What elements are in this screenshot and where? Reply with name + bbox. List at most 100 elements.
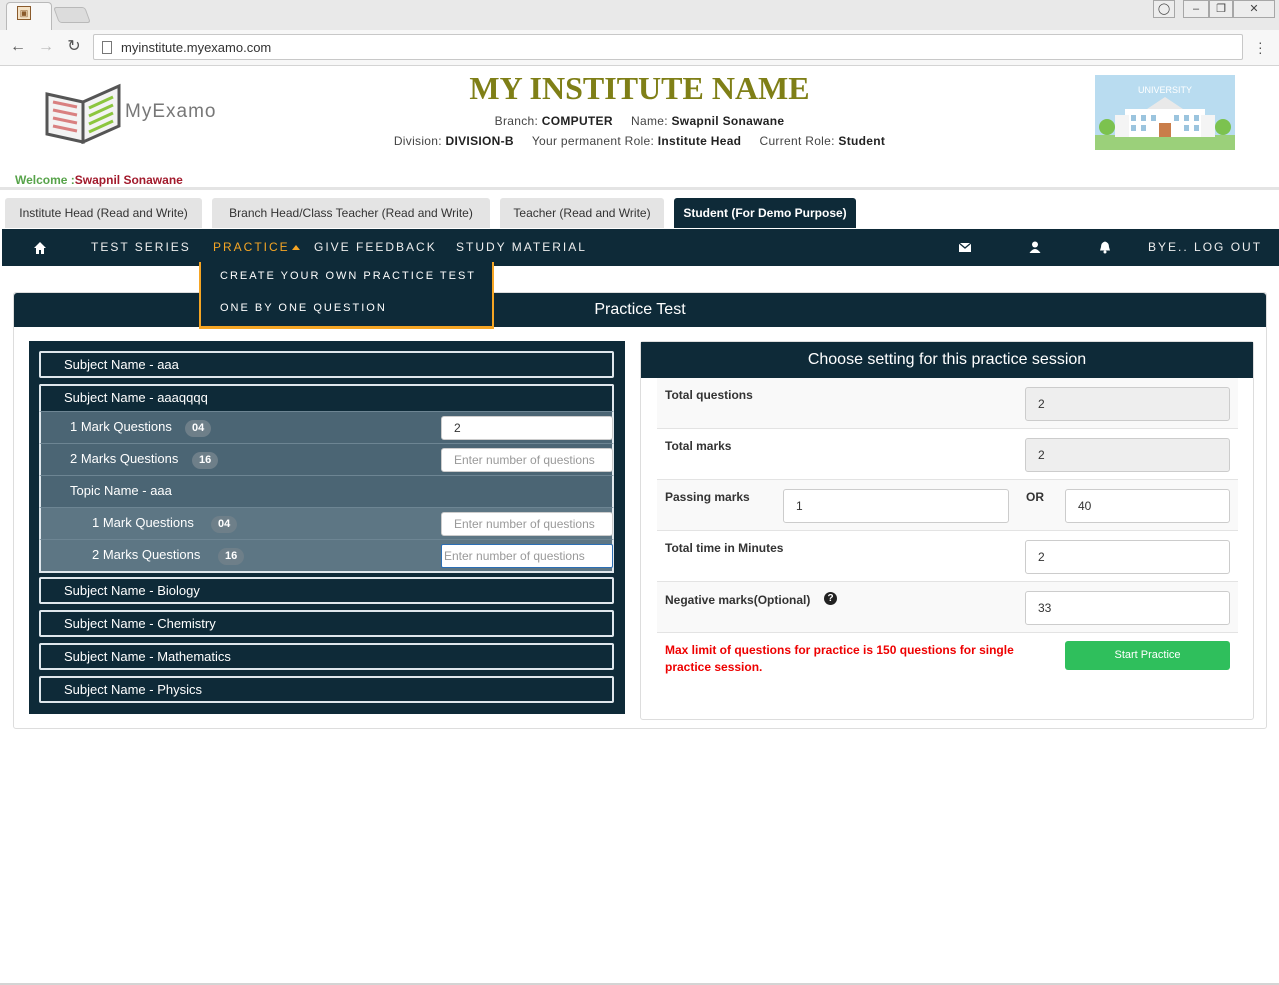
- subject-header-chemistry[interactable]: Subject Name - Chemistry: [39, 610, 614, 637]
- reload-icon[interactable]: ↻: [64, 37, 84, 57]
- new-tab-button[interactable]: [53, 7, 91, 23]
- total-marks-label: Total marks: [665, 439, 732, 453]
- question-row: 2 Marks Questions 16 Enter number of que…: [39, 443, 614, 475]
- address-bar-row: ← → ↻ myinstitute.myexamo.com · · ·: [0, 30, 1279, 66]
- question-count-badge: 16: [192, 452, 219, 469]
- myexamo-favicon-icon: ▣: [17, 6, 31, 20]
- or-label: OR: [1026, 490, 1044, 504]
- settings-row-passing-marks: Passing marks 1 OR 40: [657, 480, 1238, 531]
- welcome-label: Welcome :: [15, 173, 75, 187]
- passing-marks-input[interactable]: 1: [783, 489, 1009, 523]
- caret-up-icon: [291, 245, 300, 250]
- negative-marks-input[interactable]: 33: [1025, 591, 1230, 625]
- role-tab-teacher[interactable]: Teacher (Read and Write): [500, 198, 664, 228]
- main-navbar: TEST SERIES PRACTICE GIVE FEEDBACK STUDY…: [2, 229, 1279, 266]
- subject-header-physics[interactable]: Subject Name - Physics: [39, 676, 614, 703]
- minimize-icon[interactable]: –: [1183, 0, 1209, 18]
- division-role-line: Division: DIVISION-B Your permanent Role…: [0, 134, 1279, 148]
- question-count-input[interactable]: 2: [441, 416, 613, 440]
- branch-value: COMPUTER: [541, 114, 613, 128]
- question-row: 2 Marks Questions 16 Enter number of que…: [39, 539, 614, 571]
- restore-icon[interactable]: ❐: [1209, 0, 1233, 18]
- role-tab-student[interactable]: Student (For Demo Purpose): [674, 198, 856, 228]
- nav-practice-label: PRACTICE: [213, 240, 290, 254]
- user-icon[interactable]: [1028, 240, 1042, 254]
- subject-header-biology[interactable]: Subject Name - Biology: [39, 577, 614, 604]
- subject-header-aaaqqqq[interactable]: Subject Name - aaaqqqq: [39, 384, 614, 411]
- university-caption: UNIVERSITY: [1137, 85, 1192, 95]
- start-practice-button[interactable]: Start Practice: [1065, 641, 1230, 670]
- welcome-username: Swapnil Sonawane: [74, 173, 183, 187]
- settings-panel: Choose setting for this practice session…: [640, 341, 1254, 720]
- question-type-label: 2 Marks Questions: [70, 451, 179, 466]
- home-icon[interactable]: [33, 241, 47, 255]
- question-type-label: 1 Mark Questions: [70, 419, 172, 434]
- passing-percent-input[interactable]: 40: [1065, 489, 1230, 523]
- settings-title: Choose setting for this practice session: [641, 342, 1253, 378]
- nav-test-series[interactable]: TEST SERIES: [91, 229, 191, 266]
- menu-item-create-practice-test[interactable]: CREATE YOUR OWN PRACTICE TEST: [220, 270, 476, 282]
- branch-label: Branch:: [494, 114, 539, 128]
- passing-marks-label: Passing marks: [665, 490, 750, 504]
- institute-name: MY INSTITUTE NAME: [469, 70, 810, 106]
- topic-name-label: Topic Name - aaa: [70, 483, 172, 498]
- division-label: Division:: [393, 134, 442, 148]
- subject-header-mathematics[interactable]: Subject Name - Mathematics: [39, 643, 614, 670]
- welcome-text: Welcome :Swapnil Sonawane: [15, 173, 183, 187]
- negative-marks-label: Negative marks(Optional): [665, 593, 811, 607]
- name-label: Name:: [631, 114, 668, 128]
- name-value: Swapnil Sonawane: [671, 114, 785, 128]
- settings-row-total-marks: Total marks 2: [657, 429, 1238, 480]
- subject-divider: [39, 571, 614, 573]
- question-count-badge: 04: [185, 420, 212, 437]
- question-row: 1 Mark Questions 04 Enter number of ques…: [39, 507, 614, 539]
- role-tab-branch-head[interactable]: Branch Head/Class Teacher (Read and Writ…: [212, 198, 490, 228]
- question-count-badge: 04: [211, 516, 238, 533]
- question-type-label: 2 Marks Questions: [92, 547, 201, 562]
- total-time-label: Total time in Minutes: [665, 541, 784, 555]
- settings-row-total-time: Total time in Minutes 2: [657, 531, 1238, 582]
- browser-menu-icon[interactable]: · · ·: [1258, 35, 1263, 59]
- max-limit-warning: Max limit of questions for practice is 1…: [665, 643, 1014, 674]
- url-text: myinstitute.myexamo.com: [121, 40, 272, 55]
- total-questions-label: Total questions: [665, 388, 753, 402]
- back-icon[interactable]: ←: [8, 37, 28, 57]
- settings-row-negative-marks: Negative marks(Optional) ? 33: [657, 582, 1238, 633]
- branch-name-line: Branch: COMPUTER Name: Swapnil Sonawane: [0, 114, 1279, 128]
- university-image: UNIVERSITY: [1095, 75, 1235, 150]
- total-marks-field: 2: [1025, 438, 1230, 472]
- address-input[interactable]: myinstitute.myexamo.com: [93, 34, 1243, 60]
- settings-row-actions: Max limit of questions for practice is 1…: [657, 633, 1238, 684]
- question-count-input-focused[interactable]: Enter number of questions: [441, 544, 613, 568]
- question-circle-icon[interactable]: ?: [824, 592, 837, 605]
- forward-icon[interactable]: →: [36, 37, 56, 57]
- topic-header[interactable]: Topic Name - aaa: [39, 475, 614, 507]
- envelope-icon[interactable]: [958, 240, 972, 254]
- page-icon: [102, 41, 112, 54]
- nav-study-material[interactable]: STUDY MATERIAL: [456, 229, 587, 266]
- subject-header-aaa[interactable]: Subject Name - aaa: [39, 351, 614, 378]
- bell-icon[interactable]: [1098, 240, 1112, 254]
- nav-give-feedback[interactable]: GIVE FEEDBACK: [314, 229, 437, 266]
- browser-tabstrip: ▣ ◯ – ❐ ✕: [0, 0, 1279, 30]
- permanent-role-label: Your permanent Role:: [531, 134, 655, 148]
- question-count-badge: 16: [218, 548, 245, 565]
- question-type-label: 1 Mark Questions: [92, 515, 194, 530]
- user-icon[interactable]: ◯: [1153, 0, 1175, 18]
- total-time-input[interactable]: 2: [1025, 540, 1230, 574]
- total-questions-field: 2: [1025, 387, 1230, 421]
- subject-tree: Subject Name - aaa Subject Name - aaaqqq…: [29, 341, 625, 714]
- current-role-value: Student: [838, 134, 886, 148]
- question-count-input[interactable]: Enter number of questions: [441, 448, 613, 472]
- practice-dropdown-menu: CREATE YOUR OWN PRACTICE TEST ONE BY ONE…: [199, 262, 494, 329]
- close-icon[interactable]: ✕: [1233, 0, 1275, 18]
- question-count-input[interactable]: Enter number of questions: [441, 512, 613, 536]
- logout-link[interactable]: BYE.. LOG OUT: [1148, 229, 1262, 266]
- division-value: DIVISION-B: [445, 134, 514, 148]
- menu-item-one-by-one-question[interactable]: ONE BY ONE QUESTION: [220, 302, 387, 314]
- role-tab-institute-head[interactable]: Institute Head (Read and Write): [5, 198, 202, 228]
- nav-practice[interactable]: PRACTICE: [213, 229, 300, 266]
- current-role-label: Current Role:: [759, 134, 835, 148]
- settings-row-total-questions: Total questions 2: [657, 378, 1238, 429]
- question-row: 1 Mark Questions 04 2: [39, 411, 614, 443]
